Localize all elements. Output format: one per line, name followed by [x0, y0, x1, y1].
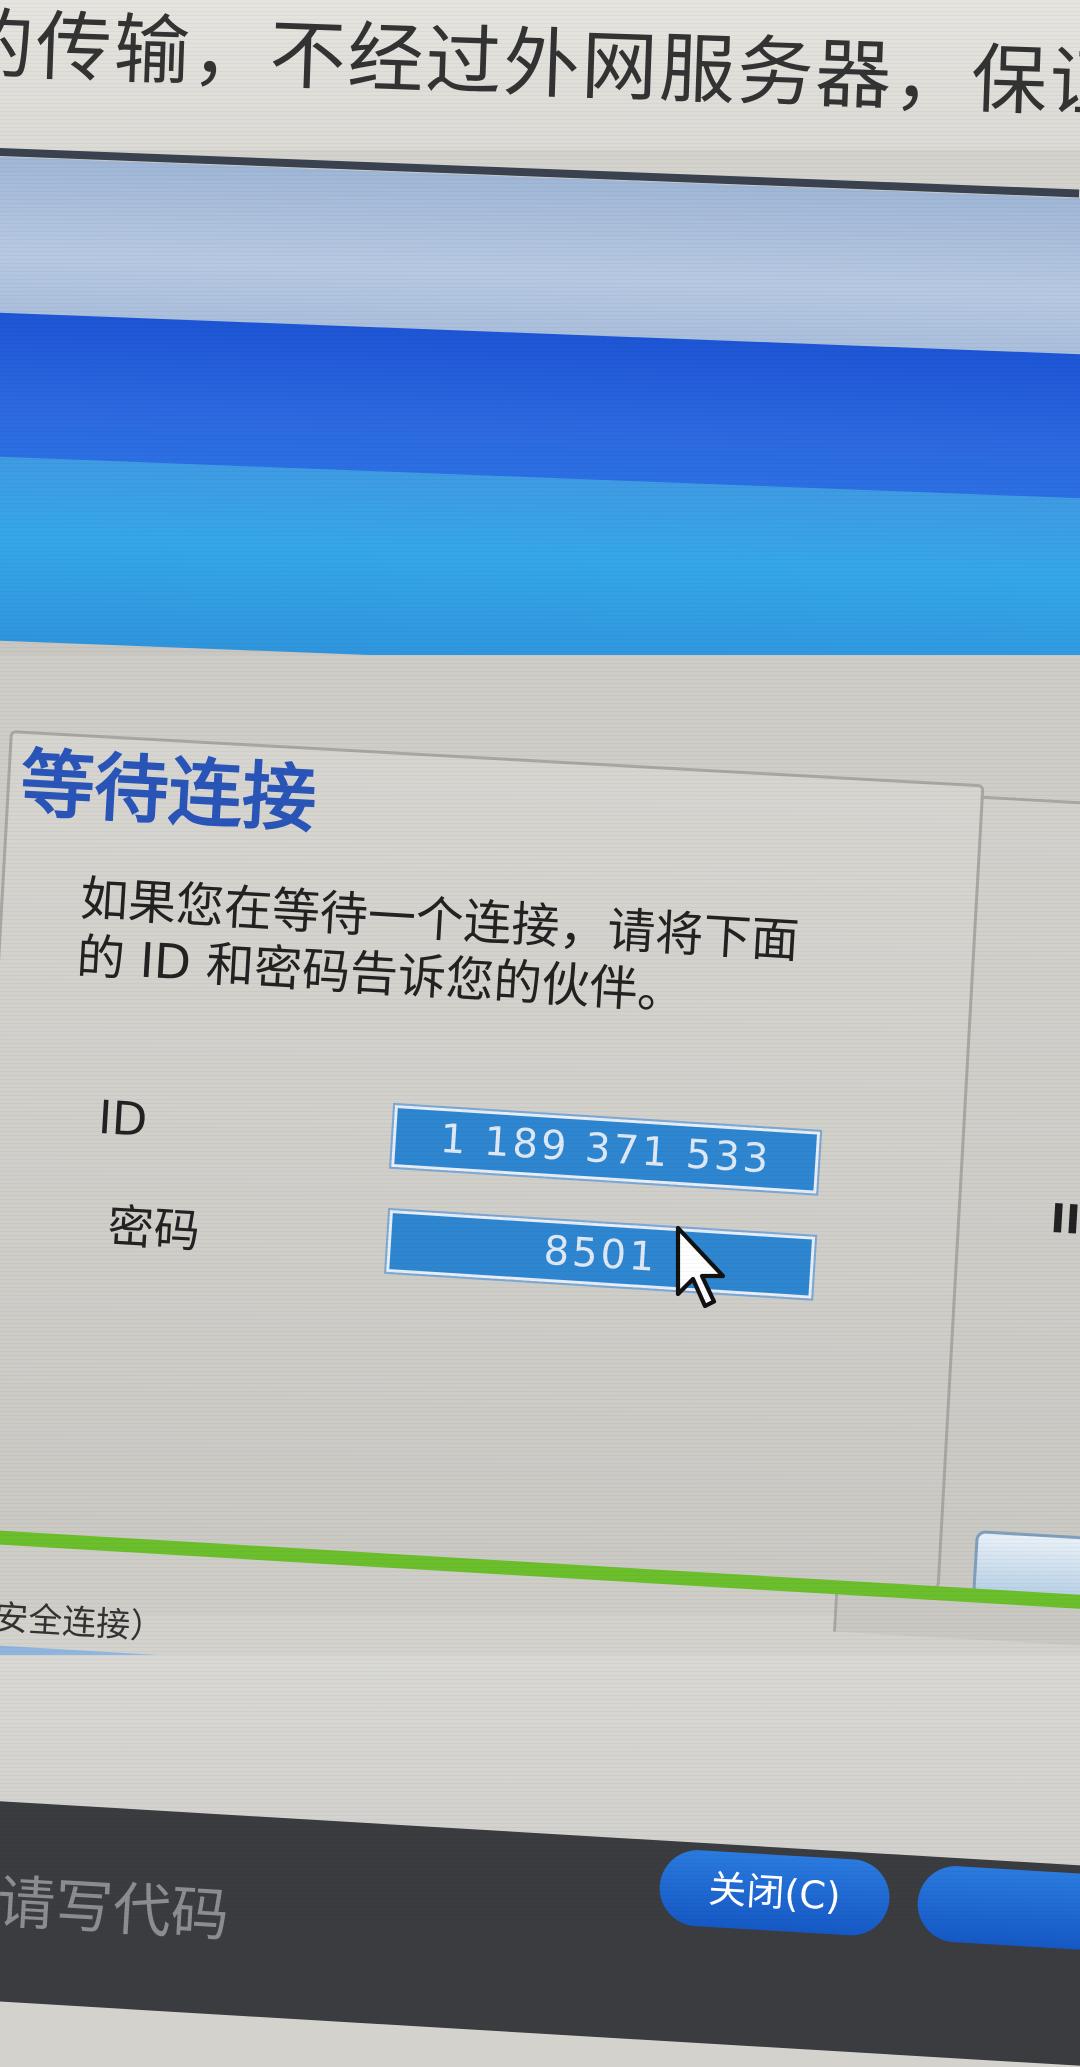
close-button[interactable]: 关闭(C)	[657, 1848, 892, 1938]
secondary-button[interactable]	[915, 1864, 1080, 1952]
id-label: ID	[96, 1090, 149, 1147]
mouse-pointer-icon	[675, 1225, 726, 1309]
remote-panel-label: II	[1049, 1196, 1080, 1244]
password-label: 密码	[106, 1198, 202, 1259]
status-text: 安全连接）	[0, 1597, 166, 1648]
background-document-text: 的传输，不经过外网服务器，保证	[0, 0, 1080, 150]
footer-text: 请写代码	[0, 1867, 231, 1950]
panel-title: 等待连接	[18, 740, 319, 844]
document-text-line: 的传输，不经过外网服务器，保证	[0, 0, 1080, 129]
